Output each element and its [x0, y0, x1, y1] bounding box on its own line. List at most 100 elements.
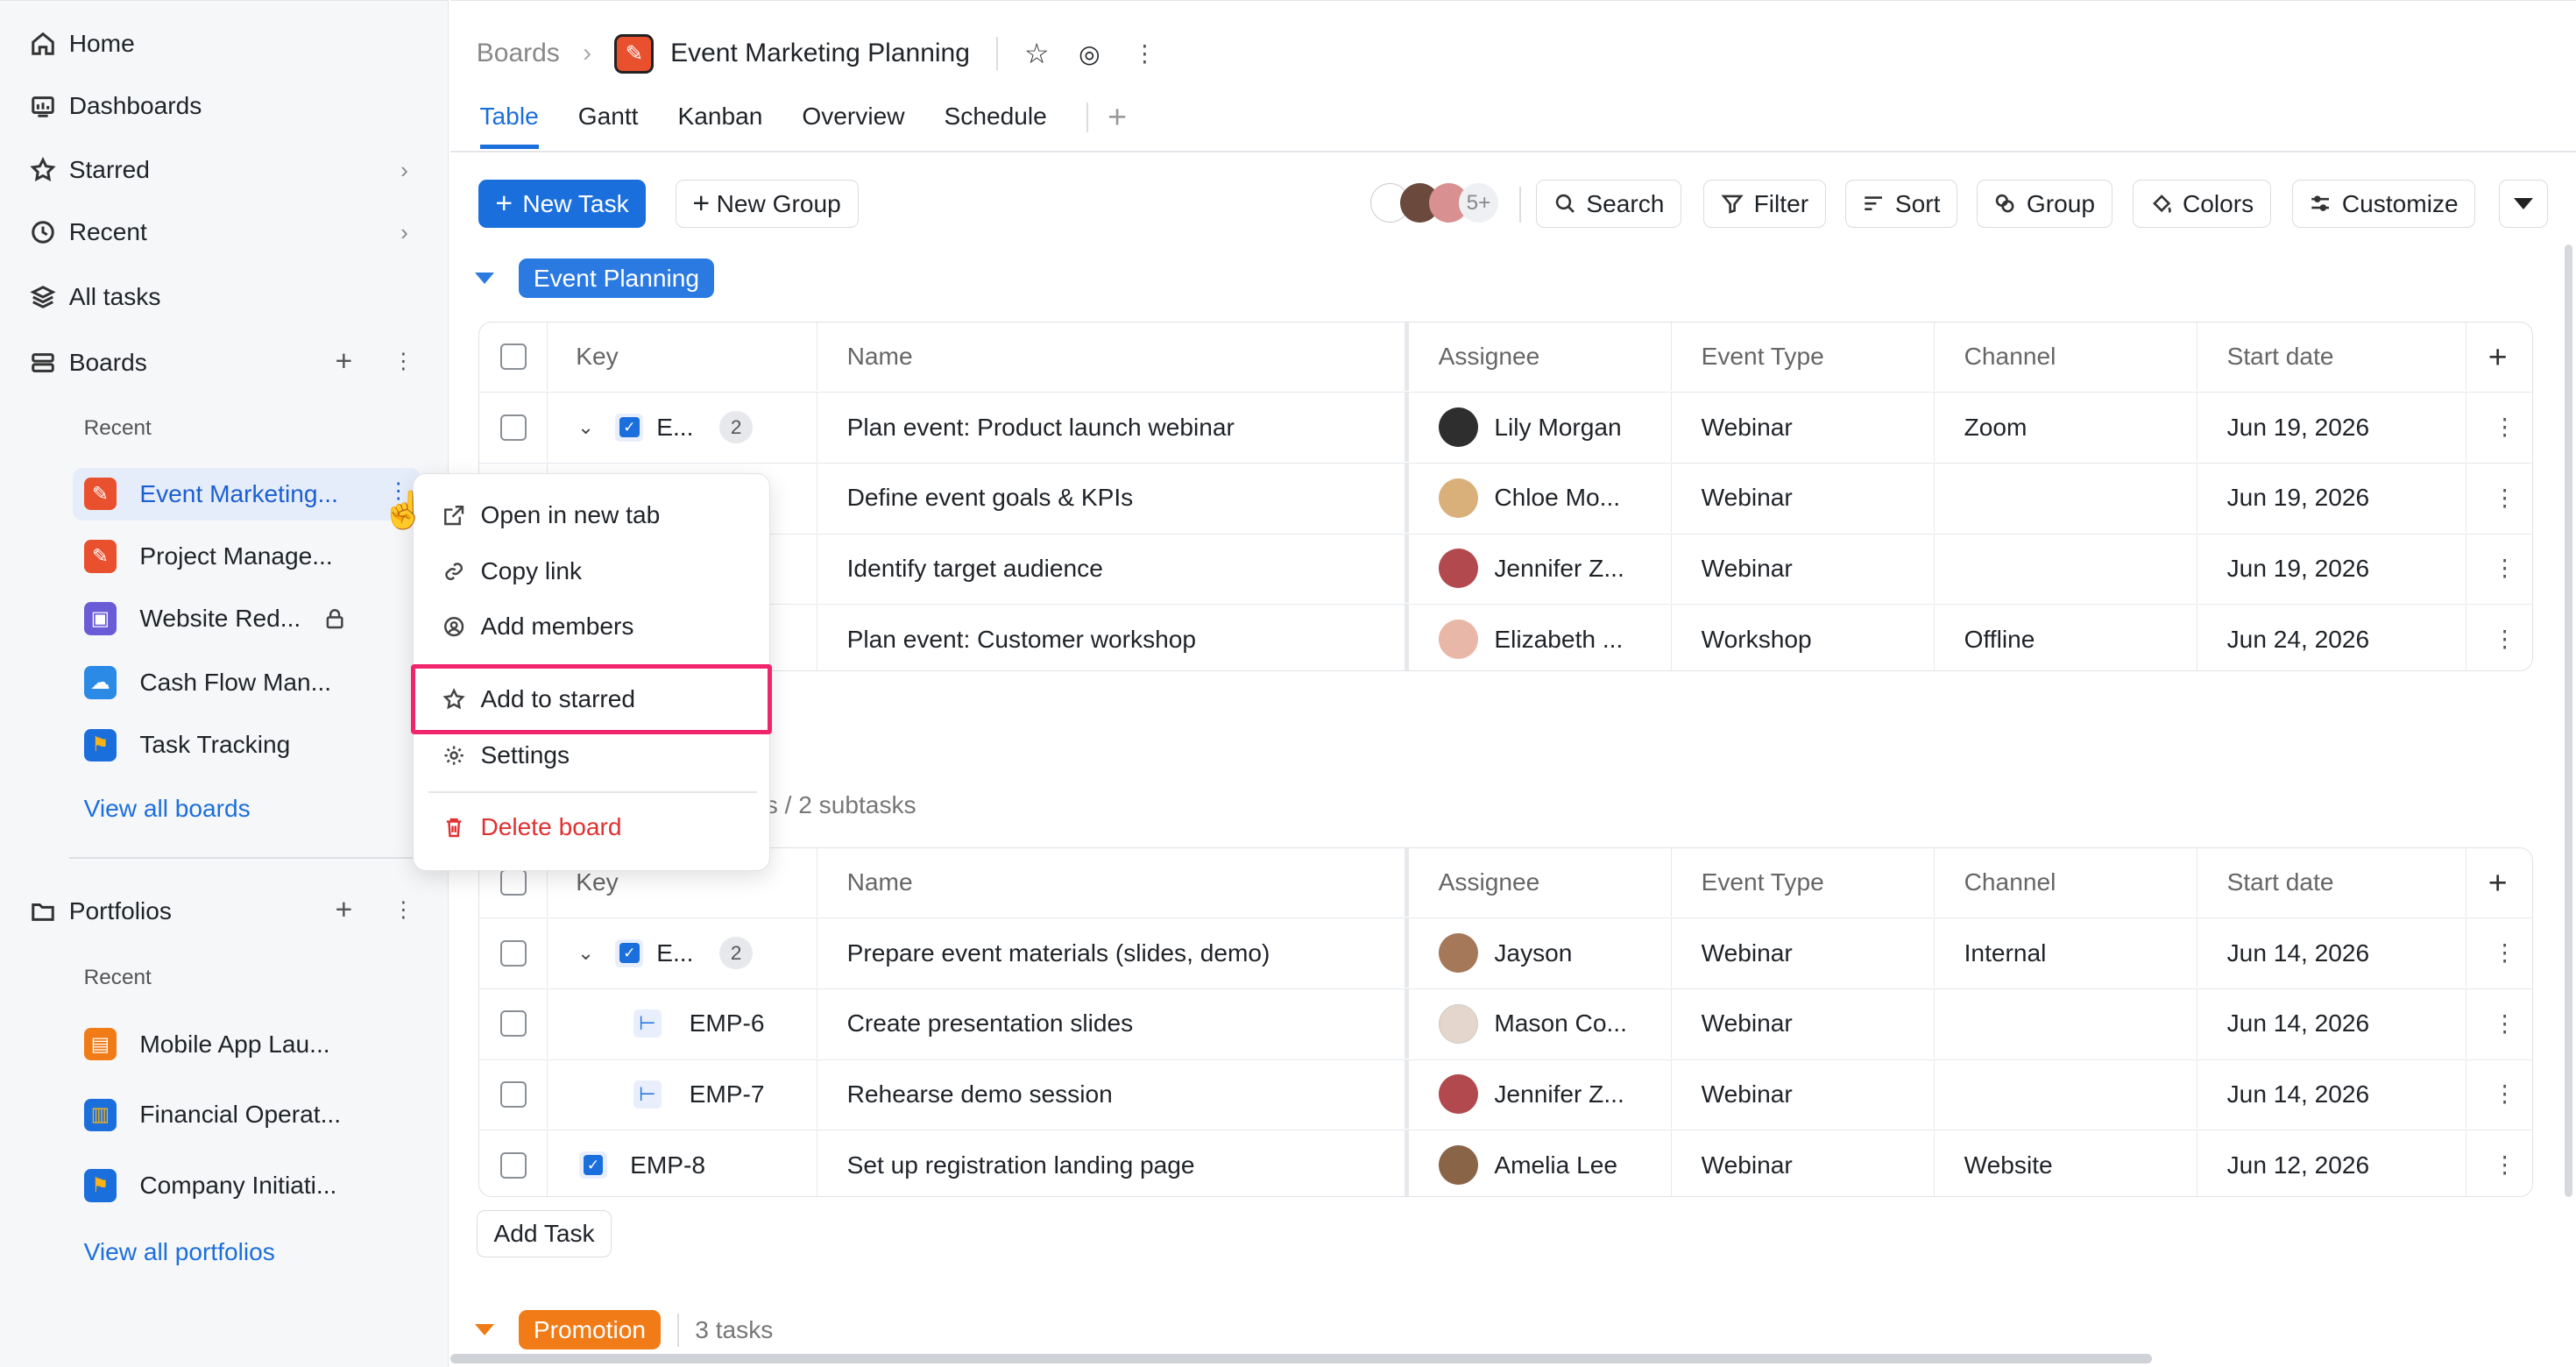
- add-column-icon[interactable]: +: [2466, 322, 2532, 392]
- group-header-promotion[interactable]: Promotion 3 tasks: [474, 1310, 773, 1350]
- table-row[interactable]: Plan event: Customer workshop Elizabeth …: [479, 605, 2533, 671]
- table-row[interactable]: ⊢ EMP-7 Rehearse demo session Jennifer Z…: [478, 1059, 2533, 1131]
- table-row[interactable]: ⊢ EMP-6 Create presentation slides Mason…: [478, 988, 2533, 1060]
- event-type-cell[interactable]: Webinar: [1672, 534, 1935, 604]
- assignee-cell[interactable]: Mason Co...: [1409, 988, 1672, 1059]
- task-name[interactable]: Plan event: Product launch webinar: [817, 393, 1409, 462]
- task-name[interactable]: Prepare event materials (slides, demo): [817, 918, 1409, 988]
- column-header[interactable]: Channel: [1935, 322, 2197, 392]
- key-cell[interactable]: ⊢ EMP-6: [548, 988, 817, 1059]
- sidebar-item-recent[interactable]: Recent: [30, 213, 147, 252]
- chevron-down-icon[interactable]: ⌄: [577, 416, 594, 439]
- column-header[interactable]: Event Type: [1672, 847, 1935, 917]
- task-name[interactable]: Create presentation slides: [817, 988, 1409, 1059]
- start-date-cell[interactable]: Jun 12, 2026: [2197, 1130, 2467, 1197]
- column-header[interactable]: Start date: [2197, 847, 2467, 917]
- group-header-event-planning[interactable]: Event Planning: [474, 259, 714, 299]
- add-board-icon[interactable]: +: [336, 344, 353, 379]
- menu-item-add-members[interactable]: Add members: [442, 609, 633, 645]
- start-date-cell[interactable]: Jun 19, 2026: [2197, 393, 2467, 462]
- row-more-icon[interactable]: ⋮: [2466, 535, 2532, 604]
- sidebar-board-project-management[interactable]: ✎ Project Manage...: [73, 530, 421, 583]
- assignee-cell[interactable]: Jayson: [1409, 918, 1672, 988]
- tab-gantt[interactable]: Gantt: [578, 103, 639, 149]
- column-header[interactable]: Event Type: [1672, 322, 1935, 392]
- key-cell[interactable]: ⌄ ✓ E... 2: [548, 393, 817, 462]
- channel-cell[interactable]: [1935, 463, 2197, 533]
- channel-cell[interactable]: Website: [1935, 1130, 2197, 1197]
- members-icon[interactable]: ◎: [1079, 39, 1100, 68]
- column-header[interactable]: Channel: [1935, 847, 2197, 917]
- event-type-cell[interactable]: Webinar: [1672, 463, 1935, 533]
- member-avatars[interactable]: 5+: [1369, 183, 1515, 223]
- tab-kanban[interactable]: Kanban: [677, 103, 762, 149]
- chevron-right-icon[interactable]: ›: [400, 157, 408, 184]
- tab-overview[interactable]: Overview: [802, 103, 904, 149]
- start-date-cell[interactable]: Jun 24, 2026: [2197, 605, 2467, 671]
- sort-button[interactable]: Sort: [1844, 180, 1958, 228]
- channel-cell[interactable]: [1935, 534, 2197, 604]
- row-more-icon[interactable]: ⋮: [2466, 1060, 2532, 1130]
- row-select-cell[interactable]: [479, 988, 548, 1059]
- colors-button[interactable]: Colors: [2132, 180, 2271, 228]
- row-more-icon[interactable]: ⋮: [2466, 605, 2532, 670]
- breadcrumb-root[interactable]: Boards: [477, 39, 560, 68]
- tab-schedule[interactable]: Schedule: [945, 103, 1047, 149]
- event-type-cell[interactable]: Webinar: [1672, 988, 1935, 1059]
- assignee-cell[interactable]: Lily Morgan: [1409, 393, 1672, 462]
- row-more-icon[interactable]: ⋮: [2466, 393, 2532, 462]
- sidebar-board-event-marketing[interactable]: ✎ Event Marketing...: [72, 467, 421, 521]
- table-row[interactable]: ✓ EMP-8 Set up registration landing page…: [479, 1130, 2533, 1197]
- boards-more-icon[interactable]: ⋮: [393, 348, 414, 374]
- new-group-button[interactable]: + New Group: [675, 180, 859, 228]
- column-header[interactable]: Name: [817, 847, 1409, 917]
- select-all-checkbox[interactable]: [500, 869, 527, 896]
- sidebar-board-cash-flow[interactable]: ☁ Cash Flow Man...: [73, 656, 421, 709]
- event-type-cell[interactable]: Webinar: [1672, 1059, 1935, 1130]
- key-cell[interactable]: ✓ EMP-8: [548, 1130, 817, 1197]
- sidebar-section-portfolios[interactable]: Portfolios: [30, 891, 172, 931]
- event-type-cell[interactable]: Webinar: [1672, 393, 1935, 462]
- task-name[interactable]: Define event goals & KPIs: [817, 463, 1409, 533]
- start-date-cell[interactable]: Jun 14, 2026: [2197, 1059, 2467, 1130]
- sidebar-section-boards[interactable]: Boards: [30, 343, 147, 382]
- add-task-button[interactable]: Add Task: [476, 1210, 612, 1258]
- row-select-cell[interactable]: [479, 918, 548, 988]
- search-button[interactable]: Search: [1536, 180, 1682, 228]
- collapse-icon[interactable]: [474, 273, 494, 285]
- new-task-button[interactable]: + New Task: [478, 180, 647, 228]
- add-portfolio-icon[interactable]: +: [336, 893, 353, 927]
- channel-cell[interactable]: [1935, 988, 2197, 1059]
- chevron-right-icon[interactable]: ›: [400, 219, 408, 246]
- menu-item-copy-link[interactable]: Copy link: [442, 553, 582, 589]
- row-select-cell[interactable]: [479, 1059, 548, 1130]
- sidebar-item-all-tasks[interactable]: All tasks: [30, 277, 160, 316]
- column-header[interactable]: Key: [548, 322, 817, 392]
- chevron-down-icon[interactable]: ⌄: [577, 942, 594, 965]
- start-date-cell[interactable]: Jun 14, 2026: [2197, 988, 2467, 1059]
- view-all-portfolios-link[interactable]: View all portfolios: [84, 1238, 275, 1266]
- horizontal-scrollbar[interactable]: [449, 1354, 2153, 1364]
- sidebar-item-home[interactable]: Home: [30, 24, 135, 63]
- menu-item-open-new-tab[interactable]: Open in new tab: [442, 497, 660, 533]
- row-checkbox[interactable]: [500, 1010, 527, 1038]
- row-checkbox[interactable]: [500, 414, 527, 441]
- vertical-scrollbar[interactable]: [2564, 244, 2573, 1197]
- channel-cell[interactable]: Zoom: [1935, 393, 2197, 462]
- collapse-icon[interactable]: [474, 1324, 494, 1336]
- row-more-icon[interactable]: ⋮: [2466, 989, 2532, 1059]
- channel-cell[interactable]: Offline: [1935, 605, 2197, 671]
- sidebar-board-website-redesign[interactable]: ▣ Website Red...: [73, 592, 421, 645]
- customize-button[interactable]: Customize: [2291, 180, 2476, 228]
- column-header[interactable]: Start date: [2197, 322, 2467, 392]
- row-more-icon[interactable]: ⋮: [2466, 918, 2532, 988]
- table-row[interactable]: ⌄ ✓ E... 2 Plan event: Product launch we…: [478, 393, 2533, 464]
- portfolios-more-icon[interactable]: ⋮: [393, 896, 414, 923]
- column-header[interactable]: Name: [817, 322, 1409, 392]
- row-select-cell[interactable]: [479, 393, 548, 462]
- assignee-cell[interactable]: Chloe Mo...: [1409, 463, 1672, 533]
- channel-cell[interactable]: Internal: [1935, 918, 2197, 988]
- table-row[interactable]: ⌄ ✓ E... 2 Prepare event materials (slid…: [478, 918, 2533, 989]
- column-header[interactable]: Assignee: [1409, 322, 1672, 392]
- add-column-icon[interactable]: +: [2466, 848, 2532, 917]
